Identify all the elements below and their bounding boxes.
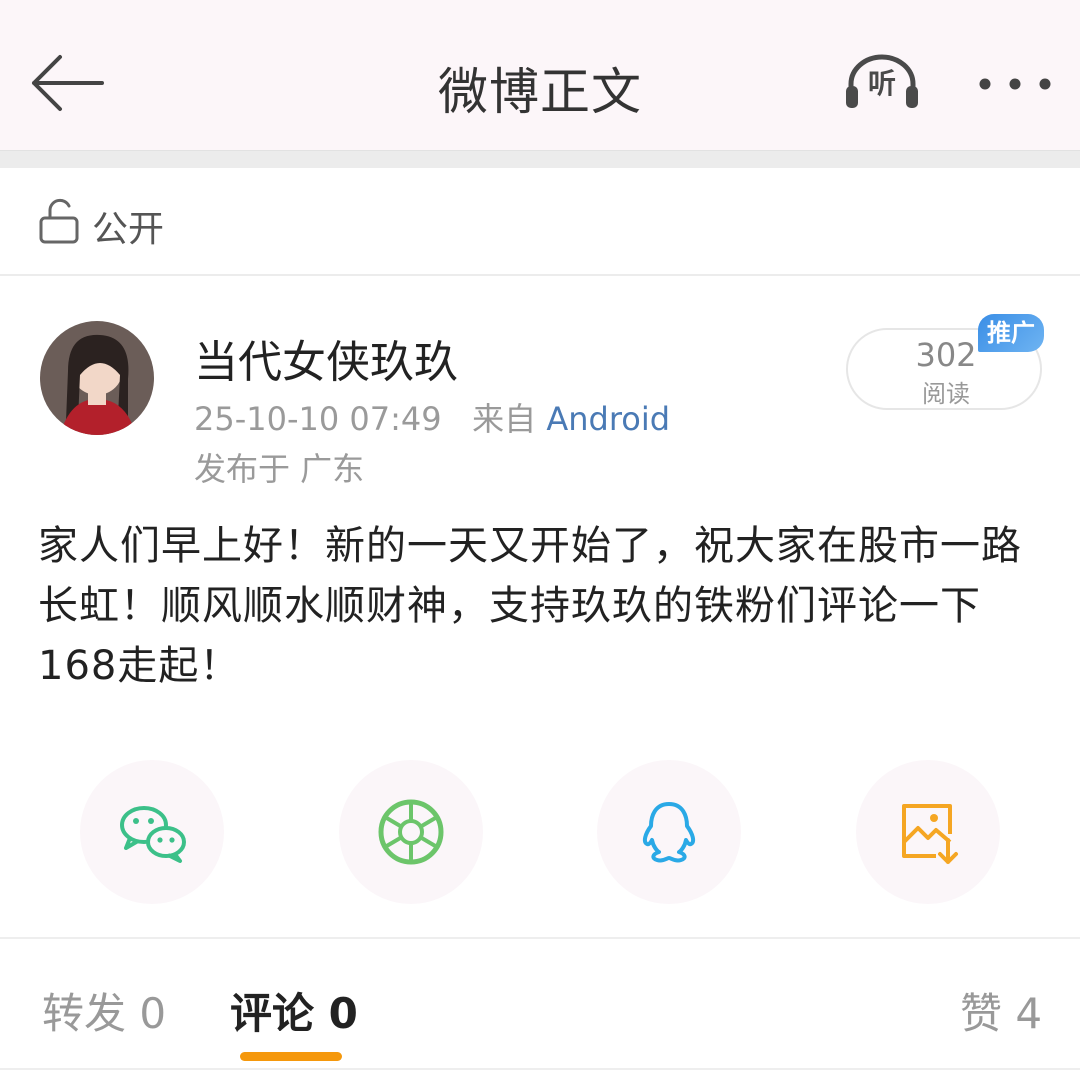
author-name[interactable]: 当代女侠玖玖 xyxy=(194,326,458,390)
tab-repost[interactable]: 转发 0 xyxy=(42,980,166,1041)
qq-icon xyxy=(642,802,696,863)
post-content: 家人们早上好！新的一天又开始了，祝大家在股市一路长虹！顺风顺水顺财神，支持玖玖的… xyxy=(38,523,1022,689)
share-moments-button[interactable] xyxy=(339,760,483,904)
listen-button[interactable]: 听 xyxy=(843,54,921,112)
post-time: 25-10-10 07:49 xyxy=(194,400,442,438)
post-location: 发布于 广东 xyxy=(194,450,365,488)
tab-comment[interactable]: 评论 0 xyxy=(230,980,358,1041)
reads-label: 阅读 xyxy=(922,380,970,408)
post-source[interactable]: Android xyxy=(546,400,670,438)
more-options-button[interactable] xyxy=(975,66,1055,102)
author-avatar[interactable] xyxy=(40,321,154,435)
active-tab-indicator xyxy=(240,1052,342,1061)
listen-label: 听 xyxy=(867,67,896,100)
section-divider-band xyxy=(0,150,1080,168)
moments-icon xyxy=(378,799,444,865)
bottom-divider xyxy=(0,1068,1080,1070)
tab-like[interactable]: 赞 4 xyxy=(960,980,1042,1041)
source-prefix: 来自 xyxy=(472,400,537,438)
share-qq-button[interactable] xyxy=(597,760,741,904)
more-dots-icon xyxy=(979,78,1051,90)
top-nav-bar: 微博正文 听 xyxy=(0,0,1080,150)
unlock-icon xyxy=(39,198,79,244)
post-meta: 25-10-10 07:49 来自 Android xyxy=(194,394,670,440)
wechat-icon xyxy=(120,806,186,863)
share-wechat-button[interactable] xyxy=(80,760,224,904)
save-image-icon xyxy=(902,804,958,864)
section-divider xyxy=(0,937,1080,939)
visibility-label: 公开 xyxy=(92,209,165,250)
save-image-button[interactable] xyxy=(856,760,1000,904)
promote-badge[interactable]: 推广 xyxy=(978,314,1044,352)
